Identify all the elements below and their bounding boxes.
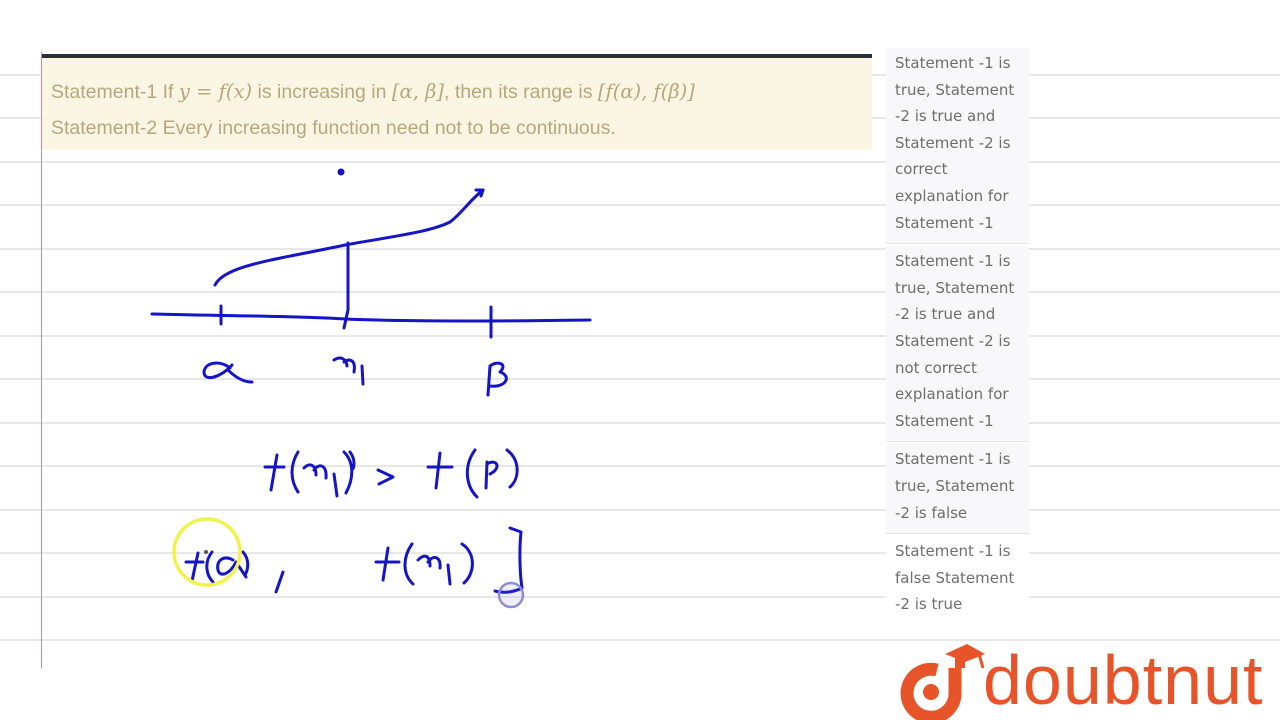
doubtnut-logo: doubtnut	[895, 640, 1280, 720]
statement-1: Statement-1 If y = f(x) is increasing in…	[51, 74, 872, 110]
math-y-eq-fx: y = f(x)	[178, 80, 253, 103]
question-box: Statement-1 If y = f(x) is increasing in…	[42, 54, 872, 150]
option-a[interactable]: Statement -1 is true, Statement -2 is tr…	[886, 48, 1029, 245]
statement-1-text: is increasing in	[252, 81, 392, 103]
options-panel: Statement -1 is true, Statement -2 is tr…	[886, 48, 1029, 627]
statement-1-text: , then its range is	[443, 81, 598, 103]
option-c[interactable]: Statement -1 is true, Statement -2 is fa…	[886, 444, 1029, 535]
statement-2: Statement-2 Every increasing function ne…	[51, 117, 616, 139]
option-d[interactable]: Statement -1 is false Statement -2 is tr…	[886, 536, 1029, 625]
option-b[interactable]: Statement -1 is true, Statement -2 is tr…	[886, 246, 1029, 443]
doubtnut-wordmark: doubtnut	[983, 641, 1264, 719]
math-range: [f(α), f(β)]	[597, 80, 695, 103]
statement-1-text: Statement-1 If	[51, 81, 179, 103]
doubtnut-logo-icon	[900, 644, 985, 720]
math-interval: [α, β]	[391, 80, 444, 103]
